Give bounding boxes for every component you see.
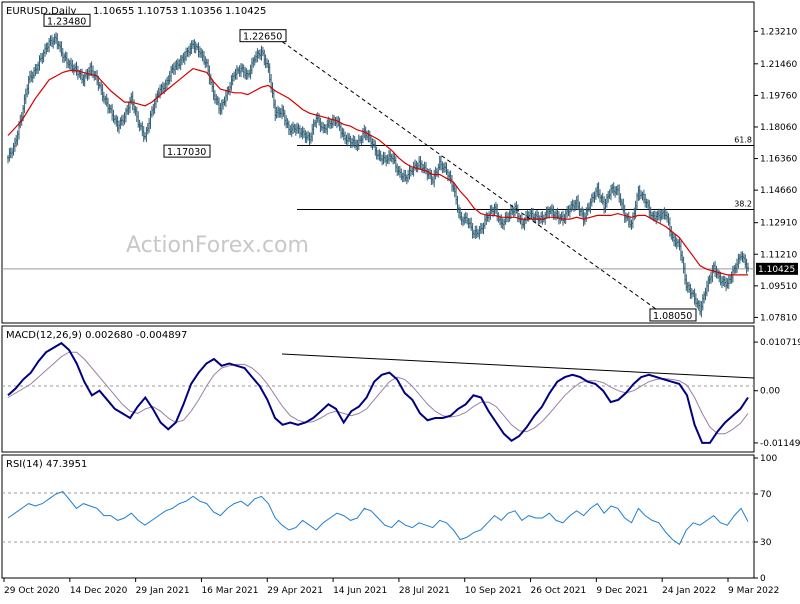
time-tick-label: 26 Oct 2021 [531, 586, 587, 596]
macd-axis-ticks: 0.010719 0.00 -0.011499 [754, 338, 800, 449]
price-ohlc-low: 1.10356 [181, 6, 222, 17]
rsi-pane-frame [1, 454, 755, 579]
price-pane-frame [1, 1, 755, 324]
rsi-tick-label: 30 [760, 538, 772, 548]
macd-title: MACD(12,26,9) 0.002680 -0.004897 [6, 330, 187, 341]
macd-tick-label: 0.010719 [760, 338, 800, 348]
macd-tick-label: -0.011499 [760, 439, 800, 449]
chart-stage: EURUSD,Daily 1.10655 1.10753 1.10356 1.1… [0, 0, 800, 600]
rsi-tick-label: 100 [760, 454, 777, 464]
watermark: ActionForex.com [126, 233, 309, 258]
price-annotation-label: 1.08050 [653, 311, 692, 322]
price-tick-label: 1.07810 [760, 313, 797, 323]
price-tick-label: 1.18060 [760, 123, 797, 133]
time-tick-label: 29 Jan 2021 [136, 586, 190, 596]
time-tick-label: 29 Oct 2020 [4, 586, 60, 596]
price-tick-label: 1.16360 [760, 155, 797, 165]
time-tick-label: 16 Mar 2021 [201, 586, 258, 596]
price-annotation-label: 1.23480 [47, 16, 86, 27]
time-tick-label: 28 Jul 2021 [399, 586, 450, 596]
macd-tick-label: 0.00 [760, 387, 780, 397]
fib-level-label: 38.2 [734, 199, 752, 208]
macd-pane: MACD(12,26,9) 0.002680 -0.004897 0.01071… [1, 325, 800, 453]
price-tick-label: 1.12910 [760, 219, 797, 229]
price-annotation-label: 1.22650 [243, 32, 282, 43]
rsi-tick-label: 0 [760, 574, 766, 584]
price-tick-label: 1.21460 [760, 60, 797, 70]
rsi-axis-ticks: 100 70 30 0 [754, 454, 777, 584]
macd-pane-frame [1, 325, 755, 453]
price-tick-label: 1.14660 [760, 186, 797, 196]
time-tick-label: 9 Dec 2021 [596, 586, 648, 596]
fib-level-label: 61.8 [734, 136, 752, 145]
time-tick-label: 9 Mar 2022 [728, 586, 779, 596]
current-price-label: 1.10425 [758, 265, 795, 275]
price-annotation-label: 1.17030 [167, 147, 206, 158]
rsi-pane: RSI(14) 47.3951 100 70 30 0 [1, 454, 777, 584]
rsi-title: RSI(14) 47.3951 [6, 459, 87, 470]
price-tick-label: 1.19760 [760, 91, 797, 101]
time-tick-label: 14 Dec 2020 [70, 586, 128, 596]
time-tick-label: 14 Jun 2021 [333, 586, 387, 596]
time-axis-labels: 29 Oct 2020 14 Dec 2020 29 Jan 2021 16 Mar … [3, 578, 779, 596]
price-tick-label: 1.11210 [760, 250, 797, 260]
price-tick-label: 1.09510 [760, 282, 797, 292]
time-tick-label: 24 Jan 2022 [662, 586, 716, 596]
price-tick-label: 1.23210 [760, 27, 797, 37]
price-axis-ticks: 1.23210 1.21460 1.19760 1.18060 1.16360 1.146… [754, 27, 797, 323]
time-tick-label: 10 Sep 2021 [465, 586, 522, 596]
rsi-tick-label: 70 [760, 490, 772, 500]
price-ohlc-high: 1.10753 [137, 6, 178, 17]
price-pane: EURUSD,Daily 1.10655 1.10753 1.10356 1.1… [1, 1, 798, 324]
price-ohlc-close: 1.10425 [225, 6, 266, 17]
price-ohlc-open: 1.10655 [93, 6, 134, 17]
chart-canvas: EURUSD,Daily 1.10655 1.10753 1.10356 1.1… [1, 1, 800, 596]
time-tick-label: 29 Apr 2021 [267, 586, 323, 596]
